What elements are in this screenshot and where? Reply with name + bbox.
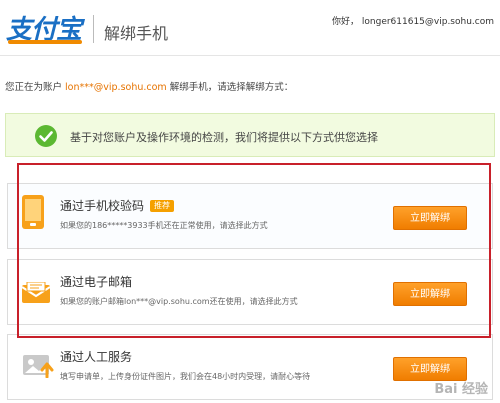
unbind-now-button-email[interactable]: 立即解绑 [393, 282, 467, 306]
upload-icon [22, 352, 54, 379]
phone-home-button [30, 223, 36, 226]
page-title: 解绑手机 [104, 24, 169, 43]
recommend-badge: 推荐 [150, 200, 175, 212]
intro-suffix: 解绑手机，请选择解绑方式： [166, 82, 294, 93]
option-title-text: 通过手机校验码 [60, 199, 145, 213]
intro-text: 您正在为账户 lon***@vip.sohu.com 解绑手机，请选择解绑方式： [5, 79, 293, 93]
option-phone-code: 通过手机校验码 推荐 如果您的186*****3933手机还在正常使用，请选择此方… [7, 183, 493, 249]
notice-text: 基于对您账户及操作环境的检测，我们将提供以下方式供您选择 [70, 131, 378, 144]
intro-prefix: 您正在为账户 [5, 82, 66, 93]
option-email: 通过电子邮箱 如果您的账户邮箱lon***@vip.sohu.com还在使用，请… [7, 259, 493, 325]
option-title: 通过电子邮箱 [60, 275, 133, 289]
option-description: 填写申请单，上传身份证件图片，我们会在48小时内受理，请耐心等待 [60, 372, 311, 381]
phone-icon [22, 195, 44, 229]
header: 支付宝 解绑手机 你好， longer611615@vip.sohu.com [0, 0, 500, 55]
option-description: 如果您的账户邮箱lon***@vip.sohu.com还在使用，请选择此方式 [60, 297, 298, 306]
baidu-jingyan-watermark: Bai 经验 [434, 382, 488, 397]
option-title: 通过手机校验码 推荐 [60, 197, 175, 214]
header-divider [93, 15, 94, 43]
mail-icon [21, 281, 53, 304]
intro-account: lon***@vip.sohu.com [65, 82, 167, 93]
phone-screen [25, 199, 41, 221]
detection-notice: 基于对您账户及操作环境的检测，我们将提供以下方式供您选择 [5, 113, 495, 157]
option-title: 通过人工服务 [60, 350, 133, 364]
header-divider-line [0, 55, 500, 56]
unbind-now-button-phone[interactable]: 立即解绑 [393, 206, 467, 230]
logo-underline [8, 40, 82, 44]
option-manual-service: 通过人工服务 填写申请单，上传身份证件图片，我们会在48小时内受理，请耐心等待 … [7, 334, 493, 400]
user-greeting: 你好， longer611615@vip.sohu.com [332, 17, 494, 27]
option-description: 如果您的186*****3933手机还在正常使用，请选择此方式 [60, 221, 268, 230]
check-icon [35, 125, 57, 147]
